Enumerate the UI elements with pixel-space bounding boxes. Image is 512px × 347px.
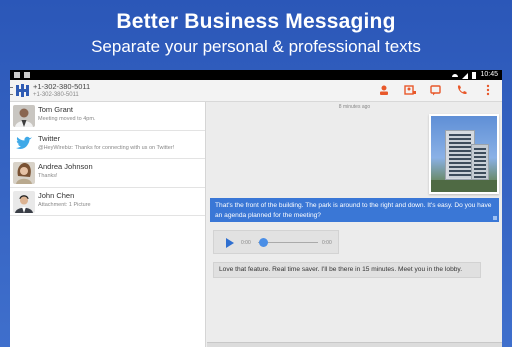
conversation-item[interactable]: Andrea Johnson Thanks! [10, 159, 205, 188]
message-composer[interactable] [207, 342, 502, 347]
incoming-message-text: Love that feature. Real time saver. I'll… [219, 266, 463, 273]
status-bar: 10:45 [10, 70, 502, 80]
message-timestamp: 8 minutes ago [338, 104, 371, 110]
conversation-list: Tom Grant Meeting moved to 4pm. Twitter … [10, 102, 206, 347]
play-icon[interactable] [226, 238, 234, 248]
phone-call-icon[interactable] [456, 84, 468, 96]
photo-attachment[interactable] [429, 114, 499, 194]
wifi-icon [452, 73, 459, 79]
contact-icon[interactable] [378, 84, 390, 96]
conversation-preview: Attachment: 1 Picture [38, 201, 91, 208]
conversation-name: John Chen [38, 190, 75, 200]
avatar [13, 190, 35, 213]
heywire-logo-icon[interactable] [15, 83, 30, 98]
drawer-menu-icon[interactable] [10, 87, 13, 95]
promo-banner: Better Business Messaging Separate your … [0, 0, 512, 68]
conversation-item[interactable]: Tom Grant Meeting moved to 4pm. [10, 102, 205, 131]
conversation-preview: Thanks! [38, 173, 58, 179]
new-message-icon[interactable] [430, 84, 442, 96]
contact-card-icon[interactable] [404, 84, 416, 96]
audio-message-player[interactable]: 0:00 0:00 [213, 230, 339, 254]
twitter-bird-icon [13, 133, 35, 156]
outgoing-message-text: That's the front of the building. The pa… [215, 202, 492, 219]
signal-icon [462, 73, 469, 79]
app-bar: +1-302-380-5011 +1-302-380-5011 [10, 80, 502, 102]
conversation-name: Tom Grant [38, 105, 74, 114]
conversation-preview: @HeyWirebiz: Thanks for connecting with … [38, 144, 175, 151]
outgoing-message-bubble[interactable]: That's the front of the building. The pa… [210, 198, 499, 222]
conversation-item[interactable]: Twitter @HeyWirebiz: Thanks for connecti… [10, 131, 205, 159]
audio-elapsed: 0:00 [241, 240, 251, 246]
audio-duration: 0:00 [322, 240, 332, 246]
message-thread: 8 minutes ago That's the front of the bu… [207, 102, 502, 347]
device-screen: 10:45 +1-302-380-5011 +1-302-380-5011 To… [10, 70, 502, 347]
promo-subtitle: Separate your personal & professional te… [91, 37, 421, 56]
battery-icon [472, 72, 477, 79]
conversation-name: Twitter [38, 133, 61, 143]
image-notification-icon [14, 72, 20, 78]
overflow-menu-icon[interactable] [482, 84, 494, 96]
account-phone-number-secondary: +1-302-380-5011 [33, 92, 79, 98]
promo-title: Better Business Messaging [116, 10, 396, 33]
avatar [13, 105, 35, 127]
building-photo [431, 116, 497, 192]
sd-card-icon [24, 72, 30, 78]
status-time: 10:45 [480, 71, 498, 78]
account-phone-number: +1-302-380-5011 [33, 82, 91, 91]
audio-seek-handle[interactable] [259, 238, 268, 247]
conversation-item[interactable]: John Chen Attachment: 1 Picture [10, 188, 205, 216]
incoming-message-bubble[interactable]: Love that feature. Real time saver. I'll… [213, 262, 481, 278]
conversation-preview: Meeting moved to 4pm. [38, 116, 96, 122]
conversation-name: Andrea Johnson [38, 162, 93, 171]
avatar [13, 162, 35, 184]
